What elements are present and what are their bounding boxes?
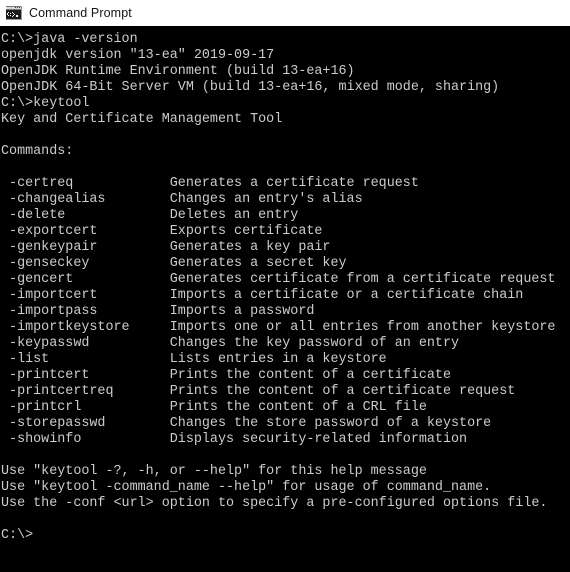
window-titlebar[interactable]: Command Prompt (0, 0, 570, 26)
terminal-output: C:\>java -version openjdk version "13-ea… (1, 32, 556, 543)
terminal-screen[interactable]: C:\>java -version openjdk version "13-ea… (0, 26, 570, 572)
console-icon (6, 5, 22, 21)
window-title: Command Prompt (29, 6, 132, 20)
command-prompt-window: Command Prompt C:\>java -version openjdk… (0, 0, 570, 572)
